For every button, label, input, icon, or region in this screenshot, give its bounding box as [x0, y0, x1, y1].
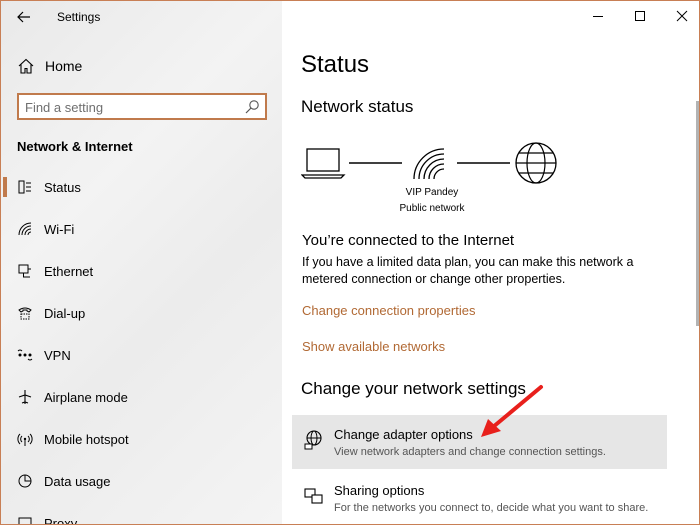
adapter-icon — [304, 430, 322, 450]
search-input[interactable] — [25, 98, 235, 116]
back-arrow-icon — [17, 11, 30, 23]
search-box[interactable] — [17, 93, 267, 120]
sidebar-item-dialup[interactable]: Dial-up — [1, 296, 282, 330]
sidebar-item-hotspot[interactable]: Mobile hotspot — [1, 422, 282, 456]
sidebar-item-vpn[interactable]: VPN — [1, 338, 282, 372]
ethernet-icon — [18, 264, 31, 278]
wifi-signal-icon — [413, 148, 445, 180]
show-available-networks-link[interactable]: Show available networks — [302, 339, 445, 354]
connected-heading: You’re connected to the Internet — [302, 232, 515, 249]
sidebar-item-label: Airplane mode — [44, 390, 128, 405]
change-connection-properties-link[interactable]: Change connection properties — [302, 303, 475, 318]
sharing-options[interactable]: Sharing options For the networks you con… — [292, 471, 667, 524]
sidebar-item-airplane[interactable]: Airplane mode — [1, 380, 282, 414]
annotation-arrow-icon — [481, 385, 543, 437]
sidebar: Settings Home Network & Internet Status — [1, 1, 282, 525]
sidebar-item-wifi[interactable]: Wi-Fi — [1, 212, 282, 246]
sidebar-item-home[interactable]: Home — [1, 53, 282, 79]
option-title: Change adapter options — [334, 427, 473, 442]
sidebar-item-label: Ethernet — [44, 264, 94, 279]
network-status-heading: Network status — [301, 97, 414, 116]
laptop-icon — [301, 148, 346, 179]
sidebar-item-proxy[interactable]: Proxy — [1, 506, 282, 525]
sharing-icon — [304, 488, 323, 504]
sidebar-item-ethernet[interactable]: Ethernet — [1, 254, 282, 288]
page-title: Status — [301, 51, 370, 78]
sidebar-item-label: VPN — [44, 348, 71, 363]
back-button[interactable] — [13, 7, 35, 27]
airplane-icon — [18, 390, 32, 404]
proxy-icon — [18, 517, 32, 524]
dialup-icon — [18, 307, 32, 320]
globe-icon — [515, 142, 557, 184]
home-label: Home — [45, 58, 83, 74]
vpn-icon — [17, 349, 33, 361]
network-name: VIP Pandey — [405, 187, 459, 198]
network-type: Public network — [399, 203, 465, 214]
scrollbar[interactable] — [696, 101, 699, 326]
window-title: Settings — [57, 10, 101, 24]
sidebar-item-status[interactable]: Status — [1, 170, 282, 204]
option-title: Sharing options — [334, 483, 425, 498]
sidebar-item-label: Dial-up — [44, 306, 86, 321]
sidebar-item-label: Mobile hotspot — [44, 432, 129, 447]
maximize-icon[interactable] — [631, 7, 649, 25]
option-subtitle: View network adapters and change connect… — [334, 446, 606, 458]
hotspot-icon — [17, 433, 33, 446]
sidebar-item-label: Status — [44, 180, 81, 195]
data-usage-icon — [18, 474, 32, 488]
close-icon[interactable] — [673, 7, 691, 25]
section-heading: Network & Internet — [17, 139, 133, 154]
main-content: Status Network status VIP Pandey Public … — [282, 1, 699, 524]
selection-indicator — [3, 177, 7, 197]
sidebar-item-label: Wi-Fi — [44, 222, 75, 237]
search-icon[interactable] — [244, 99, 260, 115]
title-bar: Settings — [1, 1, 282, 33]
sidebar-item-label: Data usage — [44, 474, 111, 489]
sidebar-item-label: Proxy — [44, 516, 78, 525]
sidebar-item-data-usage[interactable]: Data usage — [1, 464, 282, 498]
minimize-icon[interactable] — [589, 7, 607, 25]
settings-window: Settings Home Network & Internet Status — [0, 0, 700, 525]
status-icon — [18, 180, 31, 194]
option-subtitle: For the networks you connect to, decide … — [334, 502, 649, 514]
home-icon — [18, 58, 34, 74]
wifi-icon — [18, 222, 32, 236]
connected-description: If you have a limited data plan, you can… — [302, 255, 634, 286]
